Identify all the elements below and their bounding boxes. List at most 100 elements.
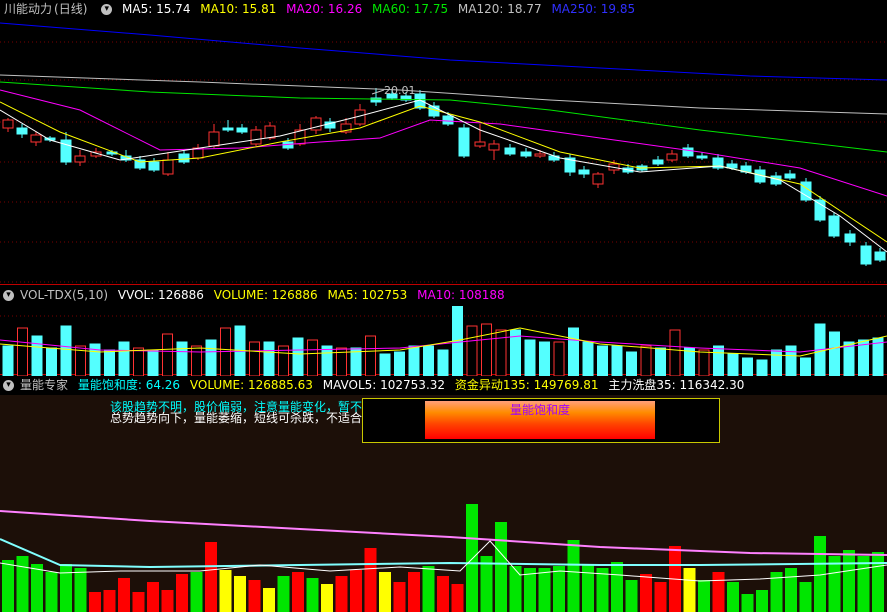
volume-bar <box>771 349 782 376</box>
saturation-bar <box>654 582 667 612</box>
ma120-line <box>0 74 887 115</box>
candle-body <box>474 141 486 147</box>
candle-body <box>222 127 234 131</box>
saturation-bar <box>176 574 188 612</box>
volume-bar <box>249 341 260 376</box>
volume-bar <box>524 339 536 376</box>
saturation-bar <box>393 582 406 612</box>
volume-bar <box>626 351 637 376</box>
saturation-bar <box>611 562 623 612</box>
saturation-bar <box>263 588 275 612</box>
candle-body <box>828 215 840 237</box>
saturation-bar <box>277 576 290 612</box>
volume-bar <box>611 345 623 376</box>
candle-body <box>208 131 220 147</box>
ma120-readout: MA120: 18.77 <box>457 2 542 16</box>
volume-bar <box>191 345 202 376</box>
vol-ma5-readout: MA5: 102753 <box>327 288 408 302</box>
candle-body <box>844 233 856 243</box>
volume-bar <box>466 325 478 376</box>
saturation-bar <box>132 592 145 612</box>
saturation-bar <box>45 572 58 612</box>
volume-bar <box>307 339 318 376</box>
saturation-bar <box>234 576 246 612</box>
saturation-bar <box>567 540 580 612</box>
saturation-bar <box>683 568 696 612</box>
main-chart-header: 川能动力 (日线) ▾ MA5: 15.74 MA10: 15.81 MA20: … <box>0 0 641 19</box>
saturation-bar <box>321 584 333 612</box>
volume-bar <box>640 345 652 376</box>
volume-bar <box>756 359 768 376</box>
volume-bar <box>2 345 14 376</box>
saturation-bar <box>205 542 217 612</box>
ma5-readout: MA5: 15.74 <box>122 2 191 16</box>
main-wash-readout: 主力洗盘35: 116342.30 <box>608 378 745 392</box>
saturation-bar <box>640 574 652 612</box>
saturation-bar <box>466 504 478 612</box>
saturation-readout: 量能饱和度: 64.26 <box>77 378 181 392</box>
candle-body <box>16 127 28 135</box>
volume-bar <box>176 341 188 376</box>
ma20-readout: MA20: 16.26 <box>286 2 363 16</box>
candle-body <box>696 155 708 159</box>
saturation-bar <box>741 594 754 612</box>
ma250-line <box>0 22 887 81</box>
volume-bar <box>582 341 594 376</box>
saturation-bar <box>857 556 870 612</box>
expert-panel-header: ▾ 量能专家 量能饱和度: 64.26 VOLUME: 126885.63 MAV… <box>0 376 750 395</box>
saturation-bar <box>538 568 551 612</box>
expert-volume-readout: VOLUME: 126885.63 <box>189 378 313 392</box>
candle-body <box>178 153 190 163</box>
candle-body <box>666 153 678 161</box>
volume-bar <box>60 325 72 376</box>
saturation-bar <box>756 590 768 612</box>
saturation-bar <box>292 572 304 612</box>
volume-bar <box>31 335 43 376</box>
candle-body <box>578 169 590 175</box>
volume-bar <box>829 331 840 376</box>
volume-bar <box>292 337 304 376</box>
chevron-down-icon[interactable]: ▾ <box>3 380 14 391</box>
saturation-bar <box>843 550 855 612</box>
period-label: (日线) <box>54 2 88 16</box>
volume-bar <box>568 327 579 376</box>
saturation-bar <box>147 582 159 612</box>
candle-body <box>874 251 886 261</box>
volume-bar <box>495 329 507 376</box>
saturation-bar <box>712 572 725 612</box>
saturation-bar <box>582 564 594 612</box>
saturation-bar <box>509 566 522 612</box>
volume-bar <box>669 329 681 376</box>
chevron-down-icon[interactable]: ▾ <box>3 290 14 301</box>
candle-body <box>534 153 546 157</box>
volume-bar <box>408 345 420 376</box>
expert-note-line2: 总势趋势向下，量能萎缩，短线可杀跌，不适合进场。 <box>110 411 399 425</box>
saturation-bar <box>408 572 420 612</box>
volume-bar <box>321 345 333 376</box>
saturation-bar <box>872 552 884 612</box>
saturation-bar <box>379 572 391 612</box>
candle-body <box>814 199 826 221</box>
volume-bar <box>379 353 391 376</box>
stock-chart-window: { "main": { "title": "川能动力", "period": "… <box>0 0 887 612</box>
ma10-readout: MA10: 15.81 <box>200 2 277 16</box>
ma250-readout: MA250: 19.85 <box>551 2 636 16</box>
volume-bar <box>553 341 565 376</box>
panel-divider <box>0 284 887 285</box>
saturation-bar <box>190 572 203 612</box>
volume-bar <box>118 341 130 376</box>
saturation-bar <box>364 548 377 612</box>
saturation-gauge-fill: 量能饱和度 <box>425 401 655 439</box>
fund-anomaly-line <box>0 510 887 556</box>
saturation-bar <box>248 580 261 612</box>
saturation-bar <box>118 578 130 612</box>
saturation-bar <box>2 560 14 612</box>
stock-title: 川能动力 <box>4 2 53 16</box>
volume-bar <box>365 335 376 376</box>
chevron-down-icon[interactable]: ▾ <box>101 4 113 15</box>
saturation-bar <box>625 580 638 612</box>
candle-body <box>726 163 738 169</box>
mavol5-readout: MAVOL5: 102753.32 <box>322 378 446 392</box>
saturation-bar <box>553 566 565 612</box>
vol-ma10-readout: MA10: 108188 <box>417 288 505 302</box>
